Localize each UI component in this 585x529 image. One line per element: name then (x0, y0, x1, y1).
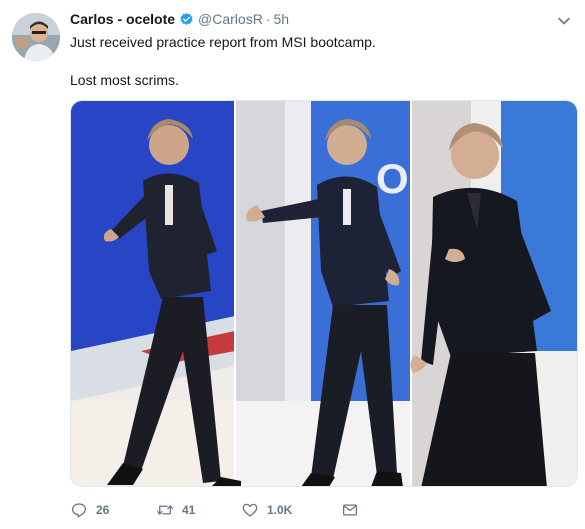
like-icon (242, 503, 258, 517)
tweet-text: Just received practice report from MSI b… (70, 33, 570, 90)
reply-count: 26 (96, 503, 110, 517)
tweet-text-line: Lost most scrims. (70, 72, 179, 88)
verified-icon (180, 12, 193, 25)
display-name[interactable]: Carlos - ocelote (70, 11, 175, 27)
separator-dot: · (265, 11, 271, 27)
direct-message-button[interactable] (341, 497, 367, 523)
retweet-count: 41 (182, 503, 196, 517)
reply-icon (71, 503, 87, 518)
avatar-image (12, 13, 60, 61)
dm-icon (342, 504, 358, 516)
avatar[interactable] (12, 13, 60, 61)
media-image: OP (71, 101, 577, 486)
retweet-icon (156, 505, 174, 515)
tweet-text-line: Just received practice report from MSI b… (70, 34, 376, 50)
tweet: Carlos - ocelote @CarlosR · 5h Just rece… (0, 0, 585, 529)
reply-button[interactable]: 26 (70, 497, 136, 523)
user-handle[interactable]: @CarlosR (198, 11, 263, 27)
like-count: 1.0K (267, 503, 293, 517)
tweet-actions: 26 41 1.0K (70, 497, 387, 523)
tweet-media[interactable]: OP (70, 100, 578, 487)
tweet-header: Carlos - ocelote @CarlosR · 5h (70, 11, 289, 27)
like-button[interactable]: 1.0K (241, 497, 321, 523)
caret-down-icon[interactable] (557, 14, 571, 28)
timestamp[interactable]: 5h (273, 11, 289, 27)
retweet-button[interactable]: 41 (156, 497, 221, 523)
